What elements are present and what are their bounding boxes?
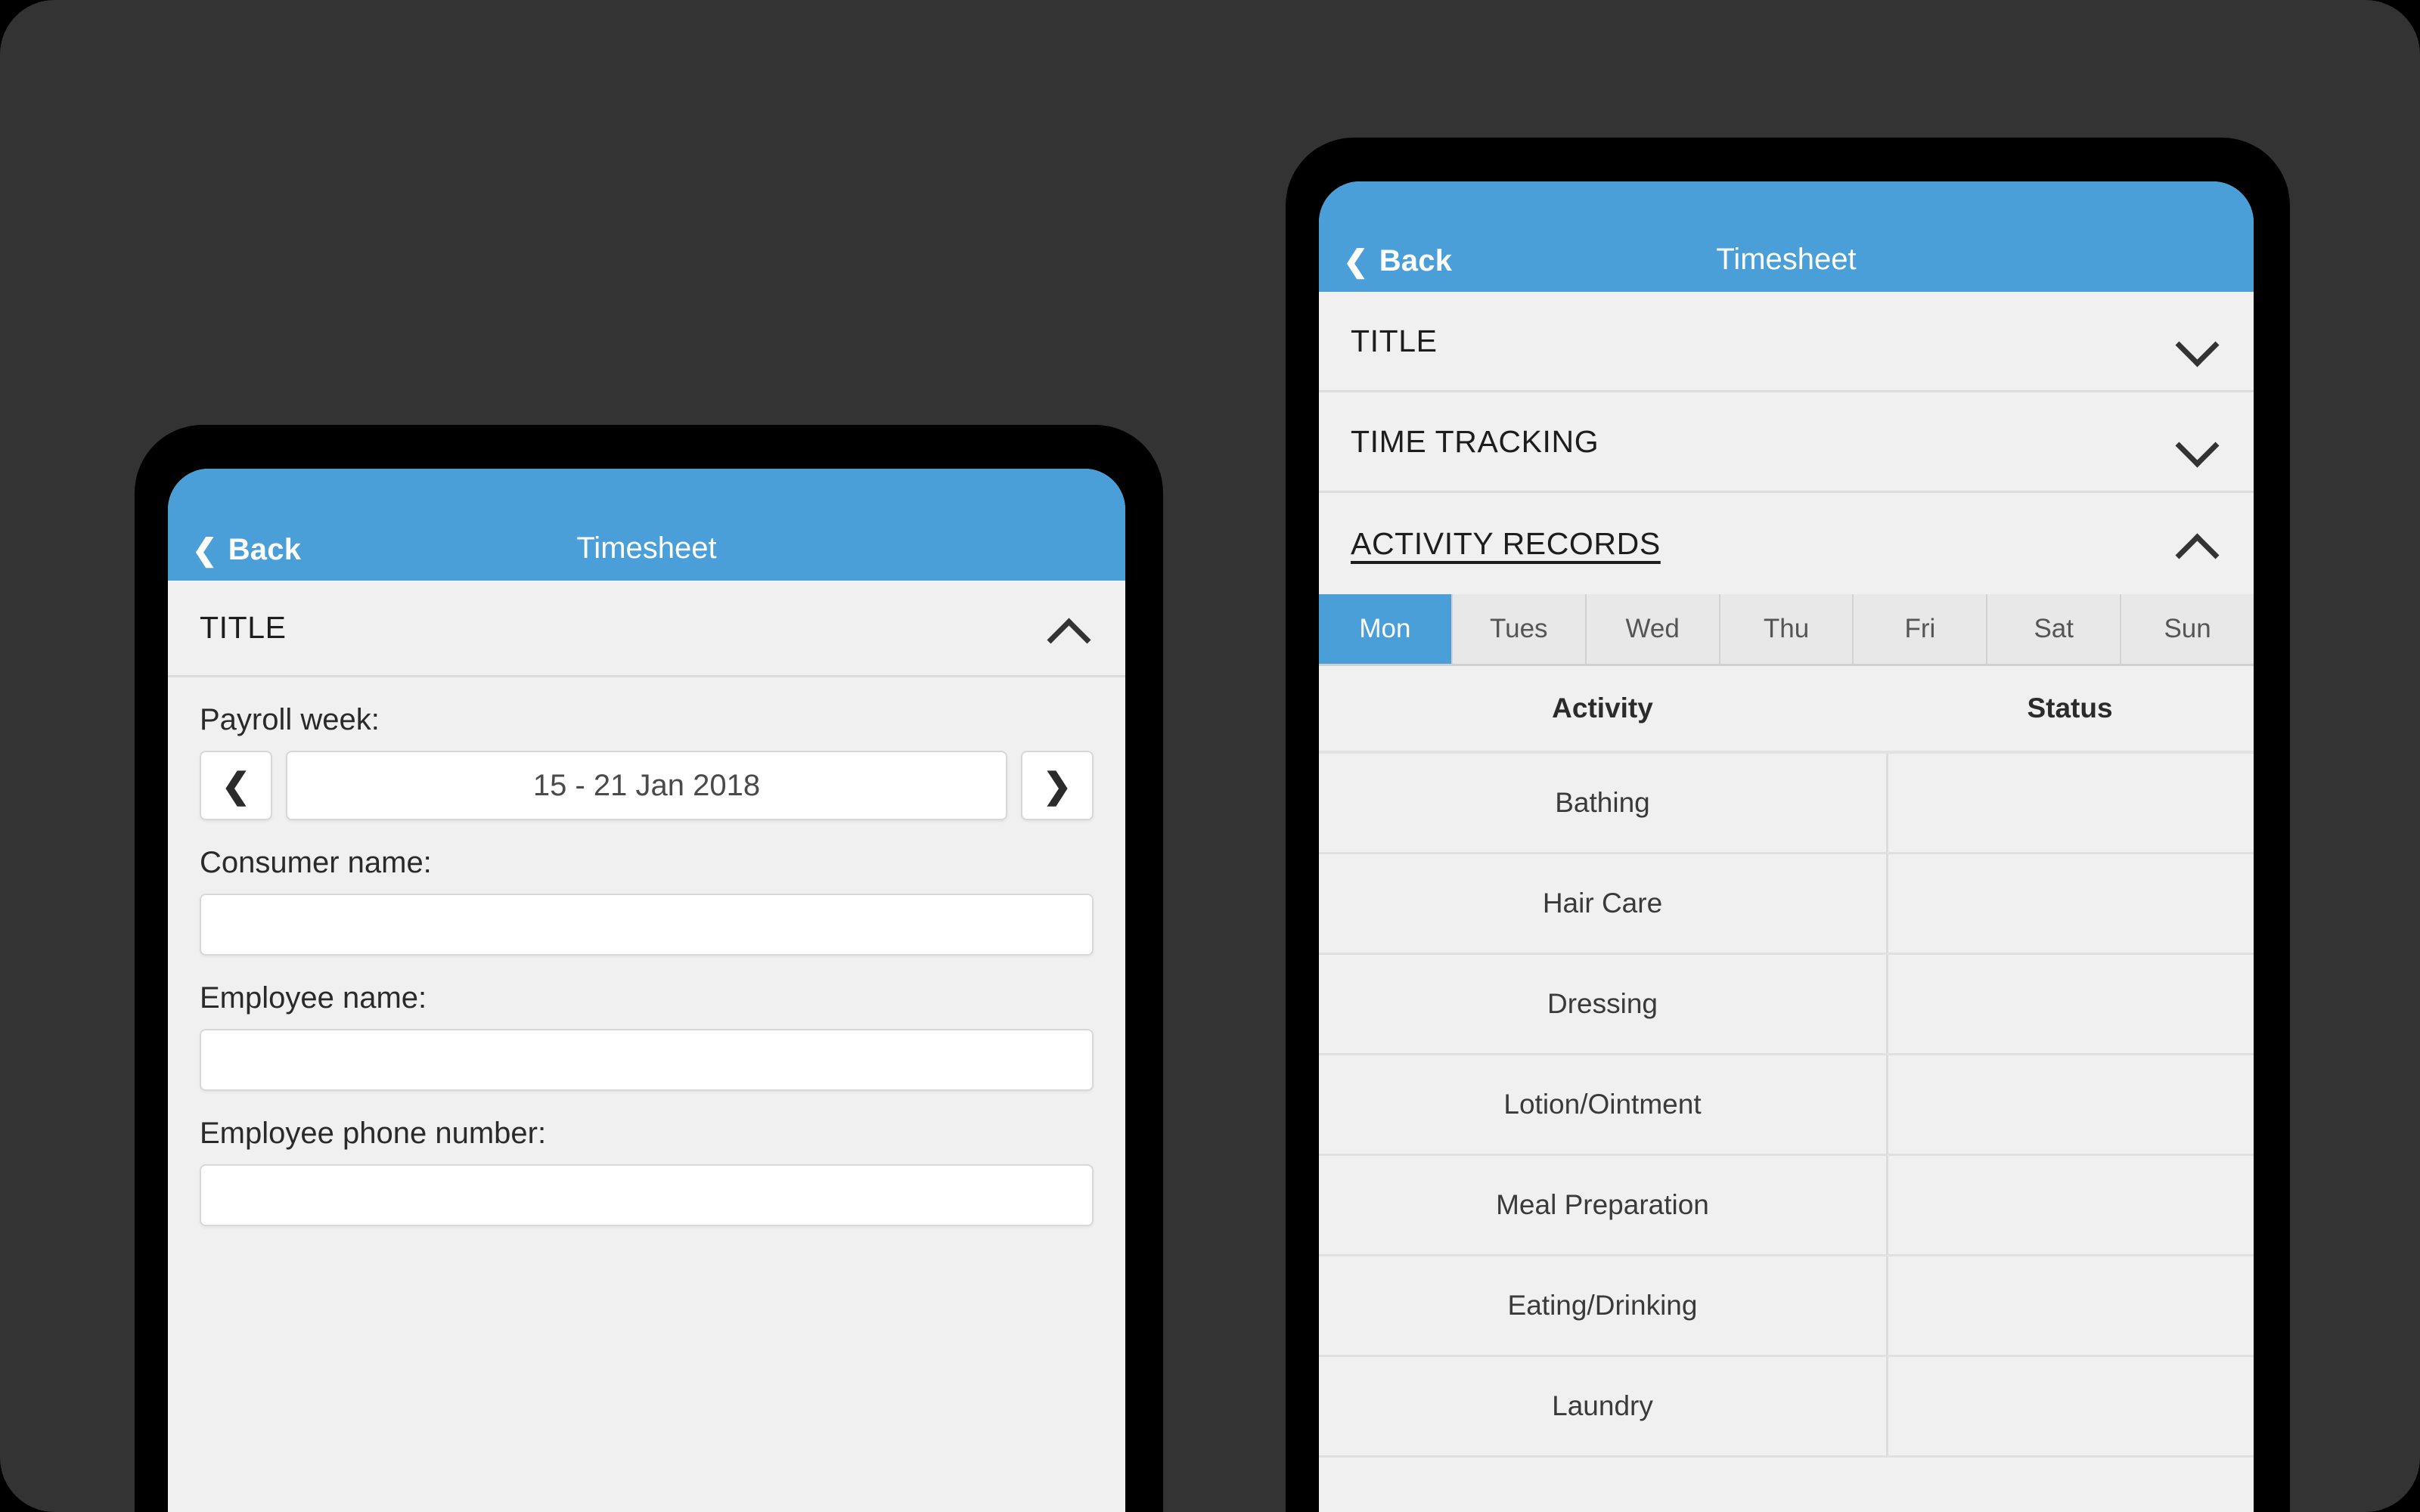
- column-header-activity: Activity: [1552, 692, 1653, 723]
- phone-screen-left: ❮ Back Timesheet TITLE Payroll week: ❮ 1…: [168, 469, 1125, 1512]
- navbar-right: ❮ Back Timesheet: [1319, 181, 2254, 292]
- day-tab-sat[interactable]: Sat: [1987, 594, 2122, 664]
- chevron-down-icon[interactable]: [2173, 418, 2220, 465]
- title-section-form: Payroll week: ❮ 15 - 21 Jan 2018 ❯ Consu…: [168, 703, 1125, 1226]
- cell-activity: Dressing: [1547, 988, 1658, 1019]
- employee-phone-label: Employee phone number:: [200, 1117, 547, 1150]
- table-row[interactable]: Laundry: [1319, 1357, 2254, 1458]
- employee-name-input[interactable]: [200, 1029, 1094, 1091]
- phone-device-left: ❮ Back Timesheet TITLE Payroll week: ❮ 1…: [135, 425, 1163, 1512]
- table-row[interactable]: Eating/Drinking: [1319, 1256, 2254, 1357]
- next-week-button[interactable]: ❯: [1021, 751, 1094, 820]
- section-title-label: TITLE: [1351, 323, 1438, 358]
- day-tab-fri[interactable]: Fri: [1854, 594, 1988, 664]
- previous-week-button[interactable]: ❮: [200, 751, 272, 820]
- cell-status[interactable]: [1886, 1156, 2254, 1254]
- activity-records-table: Activity Status Bathing Hair Care Dressi…: [1319, 666, 2254, 1458]
- chevron-up-icon[interactable]: [2173, 520, 2220, 567]
- table-row[interactable]: Hair Care: [1319, 854, 2254, 955]
- table-row[interactable]: Lotion/Ointment: [1319, 1055, 2254, 1156]
- payroll-week-stepper: ❮ 15 - 21 Jan 2018 ❯: [200, 751, 1094, 820]
- chevron-left-icon: ❮: [221, 766, 251, 805]
- table-header-row: Activity Status: [1319, 666, 2254, 754]
- cell-activity: Eating/Drinking: [1507, 1290, 1698, 1321]
- section-header-time-tracking[interactable]: TIME TRACKING: [1319, 392, 2254, 493]
- day-tab-tues[interactable]: Tues: [1452, 594, 1587, 664]
- section-title-label: TIME TRACKING: [1351, 423, 1599, 459]
- cell-status[interactable]: [1886, 1357, 2254, 1455]
- consumer-name-input[interactable]: [200, 894, 1094, 956]
- section-header-activity-records[interactable]: ACTIVITY RECORDS: [1319, 493, 2254, 594]
- section-title-label: TITLE: [200, 610, 287, 645]
- navbar-left: ❮ Back Timesheet: [168, 469, 1125, 581]
- phone-screen-right: ❮ Back Timesheet TITLE TIME TRACKING ACT…: [1319, 181, 2254, 1512]
- cell-activity: Meal Preparation: [1496, 1189, 1709, 1220]
- cell-status[interactable]: [1886, 754, 2254, 852]
- page-title: Timesheet: [576, 531, 717, 565]
- canvas-background: ❮ Back Timesheet TITLE Payroll week: ❮ 1…: [0, 0, 2420, 1512]
- cell-status[interactable]: [1886, 1055, 2254, 1154]
- cell-activity: Hair Care: [1542, 888, 1663, 919]
- cell-status[interactable]: [1886, 1256, 2254, 1355]
- day-tab-sun[interactable]: Sun: [2121, 594, 2254, 664]
- chevron-right-icon: ❯: [1042, 766, 1072, 805]
- day-tab-wed[interactable]: Wed: [1586, 594, 1720, 664]
- payroll-week-value[interactable]: 15 - 21 Jan 2018: [286, 751, 1007, 820]
- cell-activity: Bathing: [1555, 787, 1650, 818]
- cell-status[interactable]: [1886, 955, 2254, 1053]
- table-row[interactable]: Meal Preparation: [1319, 1156, 2254, 1256]
- employee-phone-input[interactable]: [200, 1164, 1094, 1226]
- payroll-week-label: Payroll week:: [200, 703, 380, 736]
- cell-activity: Laundry: [1552, 1390, 1653, 1421]
- section-header-title[interactable]: TITLE: [168, 581, 1125, 677]
- column-header-status: Status: [2027, 692, 2113, 723]
- consumer-name-label: Consumer name:: [200, 846, 432, 879]
- day-tab-bar: Mon Tues Wed Thu Fri Sat Sun: [1319, 594, 2254, 666]
- employee-name-label: Employee name:: [200, 981, 427, 1015]
- day-tab-mon[interactable]: Mon: [1319, 594, 1453, 664]
- day-tab-thu[interactable]: Thu: [1720, 594, 1854, 664]
- section-header-title[interactable]: TITLE: [1319, 292, 2254, 392]
- table-row[interactable]: Bathing: [1319, 754, 2254, 854]
- cell-activity: Lotion/Ointment: [1503, 1089, 1702, 1120]
- section-title-label: ACTIVITY RECORDS: [1351, 525, 1661, 561]
- page-title: Timesheet: [1716, 243, 1857, 276]
- table-row[interactable]: Dressing: [1319, 955, 2254, 1055]
- phone-device-right: ❮ Back Timesheet TITLE TIME TRACKING ACT…: [1286, 138, 2290, 1512]
- chevron-up-icon[interactable]: [1045, 605, 1092, 652]
- cell-status[interactable]: [1886, 854, 2254, 953]
- chevron-down-icon[interactable]: [2173, 318, 2220, 364]
